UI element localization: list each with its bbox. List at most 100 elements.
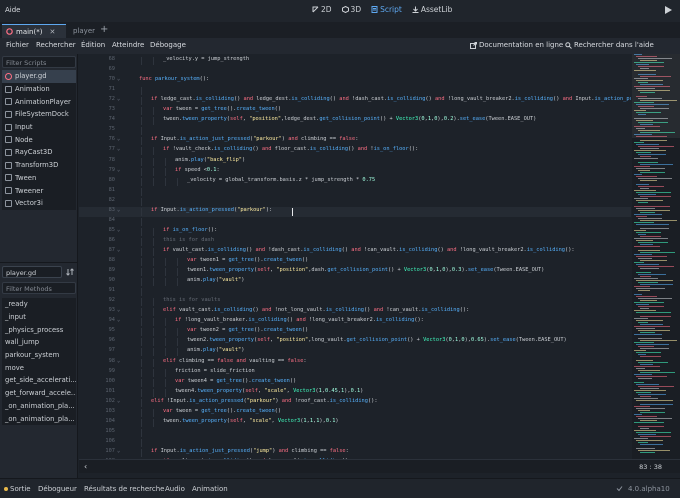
code-text[interactable]: if !vault_check.is_colliding() and floor…	[163, 146, 418, 152]
line-number[interactable]: 99	[87, 368, 115, 374]
script-list-item[interactable]: Animation	[2, 83, 76, 96]
script-list-item[interactable]: Tween	[2, 172, 76, 185]
line-number[interactable]: 75	[87, 126, 115, 132]
line-number[interactable]: 73	[87, 106, 115, 112]
line-number[interactable]: 70	[87, 76, 115, 82]
bottom-tab-debugger[interactable]: Débogueur	[38, 485, 77, 493]
line-number[interactable]: 85	[87, 227, 115, 233]
bottom-tab-search-results[interactable]: Résultats de recherche	[84, 485, 164, 493]
line-number[interactable]: 106	[87, 438, 115, 444]
script-list-item[interactable]: Node	[2, 133, 76, 146]
script-list-item[interactable]: Tweener	[2, 184, 76, 197]
fold-toggle-icon[interactable]: ⌄	[117, 76, 120, 82]
fold-toggle-icon[interactable]: ⌄	[117, 207, 120, 213]
code-text[interactable]: var tween2 = get_tree().create_tween()	[187, 327, 308, 333]
tab-player[interactable]: player	[66, 24, 98, 38]
line-number[interactable]: 82	[87, 197, 115, 203]
filter-methods-input[interactable]: Filter Methods	[2, 282, 76, 294]
fold-toggle-icon[interactable]: ⌄	[117, 227, 120, 233]
line-number[interactable]: 95	[87, 327, 115, 333]
line-number[interactable]: 77	[87, 146, 115, 152]
code-line[interactable]: 107 ⌄ if Input.is_action_just_pressed("jum…	[79, 448, 631, 458]
line-number[interactable]: 69	[87, 66, 115, 72]
line-number[interactable]: 103	[87, 408, 115, 414]
code-line[interactable]: 100 var tween4 = get_tree().create_tween(…	[79, 378, 631, 388]
mode-3d[interactable]: 3D	[341, 5, 361, 14]
code-line[interactable]: 106	[79, 438, 631, 448]
line-number[interactable]: 104	[87, 418, 115, 424]
code-line[interactable]: 105	[79, 428, 631, 438]
method-list-item[interactable]: _ready	[2, 298, 76, 311]
online-docs-button[interactable]: Documentation en ligne	[470, 41, 563, 49]
line-number[interactable]: 89	[87, 267, 115, 273]
menu-edit[interactable]: Édition	[81, 41, 105, 49]
method-list-item[interactable]: _on_animation_pla...	[2, 412, 76, 425]
code-line[interactable]: 72 ⌄ if ledge_cast.is_colliding() and ledg…	[79, 96, 631, 106]
code-line[interactable]: 78 anim.play("back_flip")	[79, 157, 631, 167]
search-help-button[interactable]: Rechercher dans l'aide	[565, 41, 654, 49]
menu-file[interactable]: Fichier	[6, 41, 29, 49]
menu-search[interactable]: Rechercher	[36, 41, 76, 49]
chevron-left-icon[interactable]: ‹	[84, 462, 87, 471]
script-list-item[interactable]: player.gd	[2, 70, 76, 83]
code-text[interactable]: if Input.is_action_just_pressed("jump") …	[151, 448, 349, 454]
method-list-item[interactable]: move	[2, 361, 76, 374]
script-list-item[interactable]: Transform3D	[2, 159, 76, 172]
code-text[interactable]: tween2.tween_property(self, "position",l…	[187, 337, 567, 343]
fold-toggle-icon[interactable]: ⌄	[117, 136, 120, 142]
code-line[interactable]: 97 anim.play("vault")	[79, 347, 631, 357]
mode-script[interactable]: Script	[371, 5, 402, 14]
code-text[interactable]: tween1.tween_property(self, "position",d…	[187, 267, 544, 273]
code-line[interactable]: 68 _velocity.y = jump_strength	[79, 56, 631, 66]
line-number[interactable]: 92	[87, 297, 115, 303]
filter-scripts-input[interactable]: Filter Scripts	[2, 56, 76, 68]
code-line[interactable]: 80 _velocity = global_transform.basis.z *…	[79, 177, 631, 187]
line-number[interactable]: 97	[87, 347, 115, 353]
code-text[interactable]: _velocity = global_transform.basis.z * j…	[187, 177, 375, 183]
code-text[interactable]: elif vault_cast.is_colliding() and !not_…	[163, 307, 469, 313]
line-number[interactable]: 78	[87, 157, 115, 163]
code-line[interactable]: 103 var tween = get_tree().create_tween()	[79, 408, 631, 418]
code-line[interactable]: 96 tween2.tween_property(self, "position"…	[79, 337, 631, 347]
code-text[interactable]: anim.play("vault")	[187, 347, 244, 353]
line-number[interactable]: 90	[87, 277, 115, 283]
method-list-item[interactable]: parkour_system	[2, 349, 76, 362]
method-list-item[interactable]: get_forward_accele...	[2, 387, 76, 400]
fold-toggle-icon[interactable]: ⌄	[117, 358, 120, 364]
code-line[interactable]: 71	[79, 86, 631, 96]
run-icon[interactable]	[662, 5, 674, 15]
line-number[interactable]: 79	[87, 167, 115, 173]
method-list-item[interactable]: _input	[2, 311, 76, 324]
line-number[interactable]: 102	[87, 398, 115, 404]
code-line[interactable]: 69	[79, 66, 631, 76]
fold-toggle-icon[interactable]: ⌄	[117, 167, 120, 173]
code-text[interactable]: func parkour_system():	[139, 76, 209, 82]
menu-goto[interactable]: Atteindre	[112, 41, 144, 49]
line-number[interactable]: 107	[87, 448, 115, 454]
line-number[interactable]: 105	[87, 428, 115, 434]
code-editor[interactable]: 68 _velocity.y = jump_strength 69 70 ⌄ func p…	[79, 54, 631, 459]
line-number[interactable]: 101	[87, 388, 115, 394]
line-number[interactable]: 100	[87, 378, 115, 384]
method-list-item[interactable]: wall_jump	[2, 336, 76, 349]
code-text[interactable]: friction = slide_friction	[175, 368, 255, 374]
line-number[interactable]: 81	[87, 187, 115, 193]
line-number[interactable]: 86	[87, 237, 115, 243]
fold-toggle-icon[interactable]: ⌄	[117, 448, 120, 454]
close-icon[interactable]: ✕	[49, 28, 55, 36]
line-number[interactable]: 68	[87, 56, 115, 62]
bottom-tab-animation[interactable]: Animation	[192, 485, 228, 493]
bottom-tab-audio[interactable]: Audio	[165, 485, 185, 493]
code-text[interactable]: var tween4 = get_tree().create_tween()	[175, 378, 296, 384]
code-text[interactable]: var tween = get_tree().create_tween()	[163, 408, 281, 414]
minimap-viewport[interactable]	[632, 54, 680, 138]
code-line[interactable]: 90 anim.play("vault")	[79, 277, 631, 287]
code-line[interactable]: 74 tween.tween_property(self, "position",…	[79, 116, 631, 126]
code-text[interactable]: elif climbing == false and vaulting == f…	[163, 358, 307, 364]
tab-main[interactable]: main(*) ✕	[2, 24, 66, 38]
code-text[interactable]: this is for vaults	[163, 297, 220, 303]
mode-assetlib[interactable]: AssetLib	[412, 5, 452, 14]
code-line[interactable]: 98 ⌄ elif climbing == false and vaulting =…	[79, 358, 631, 368]
script-list-item[interactable]: Vector3i	[2, 197, 76, 210]
line-number[interactable]: 80	[87, 177, 115, 183]
